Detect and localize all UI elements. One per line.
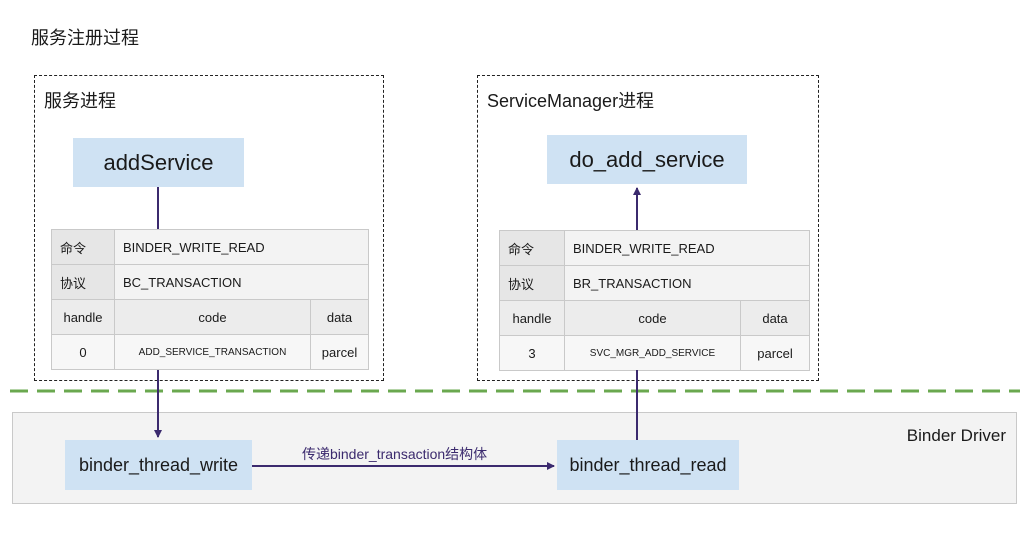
server-header-handle: handle <box>499 300 565 336</box>
binder-thread-read-node: binder_thread_read <box>557 440 739 490</box>
add-service-node: addService <box>73 138 244 187</box>
server-command-table: 命令 BINDER_WRITE_READ 协议 BR_TRANSACTION h… <box>499 230 811 371</box>
server-protocol-value: BR_TRANSACTION <box>563 265 811 301</box>
client-header-code: code <box>114 299 311 335</box>
client-command-row: 命令 BINDER_WRITE_READ <box>51 229 370 265</box>
client-protocol-value: BC_TRANSACTION <box>113 264 370 300</box>
binder-driver-label: Binder Driver <box>906 426 1006 445</box>
do-add-service-node: do_add_service <box>547 135 747 184</box>
client-protocol-key: 协议 <box>51 264 115 300</box>
client-header-data: data <box>309 299 370 335</box>
binder-thread-write-node: binder_thread_write <box>65 440 252 490</box>
server-header-code: code <box>564 300 741 336</box>
server-process-label: ServiceManager进程 <box>487 91 655 111</box>
client-command-table: 命令 BINDER_WRITE_READ 协议 BC_TRANSACTION h… <box>51 229 370 370</box>
server-command-row: 命令 BINDER_WRITE_READ <box>499 230 811 266</box>
server-data-value: parcel <box>739 335 811 371</box>
server-code-value: SVC_MGR_ADD_SERVICE <box>564 335 741 371</box>
client-data-row: 0 ADD_SERVICE_TRANSACTION parcel <box>51 334 370 370</box>
diagram-title: 服务注册过程 <box>31 28 139 48</box>
server-header-row: handle code data <box>499 300 811 336</box>
client-header-row: handle code data <box>51 299 370 335</box>
server-command-key: 命令 <box>499 230 565 266</box>
server-command-value: BINDER_WRITE_READ <box>563 230 811 266</box>
client-code-value: ADD_SERVICE_TRANSACTION <box>114 334 311 370</box>
client-command-key: 命令 <box>51 229 115 265</box>
transfer-edge-label: 传递binder_transaction结构体 <box>302 446 488 462</box>
client-header-handle: handle <box>51 299 115 335</box>
client-handle-value: 0 <box>51 334 115 370</box>
client-command-value: BINDER_WRITE_READ <box>113 229 370 265</box>
server-handle-value: 3 <box>499 335 565 371</box>
client-data-value: parcel <box>309 334 370 370</box>
client-protocol-row: 协议 BC_TRANSACTION <box>51 264 370 300</box>
server-data-row: 3 SVC_MGR_ADD_SERVICE parcel <box>499 335 811 371</box>
server-protocol-key: 协议 <box>499 265 565 301</box>
server-protocol-row: 协议 BR_TRANSACTION <box>499 265 811 301</box>
server-header-data: data <box>739 300 811 336</box>
client-process-label: 服务进程 <box>44 91 116 111</box>
